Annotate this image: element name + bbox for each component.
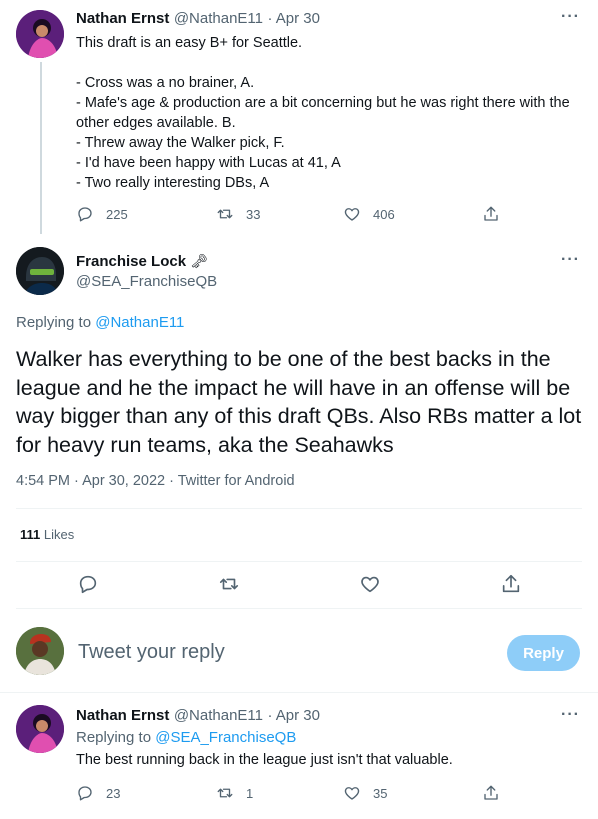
like-count: 406 — [373, 206, 395, 222]
reply-icon — [79, 575, 97, 594]
more-options-icon[interactable]: ··· — [561, 251, 580, 269]
avatar-franchise-lock[interactable] — [16, 247, 64, 295]
share-action[interactable] — [500, 573, 534, 595]
reply-button[interactable]: Reply — [507, 635, 580, 671]
share-action[interactable] — [482, 784, 512, 802]
tweet-text: This draft is an easy B+ for Seattle. - … — [76, 35, 570, 191]
share-action[interactable] — [482, 205, 512, 223]
retweet-icon — [217, 788, 233, 798]
likes-label: Likes — [43, 527, 75, 542]
tweet-timestamp[interactable]: 4:54 PM · Apr 30, 2022 · Twitter for And… — [16, 473, 295, 489]
likes-stat[interactable]: 111 Likes — [20, 527, 74, 542]
divider — [16, 608, 582, 609]
share-icon — [484, 785, 498, 800]
divider — [16, 508, 582, 509]
replying-to: Replying to @NathanE11 — [16, 314, 184, 331]
reply-action[interactable]: 23 — [76, 784, 120, 802]
retweet-count: 1 — [246, 785, 254, 801]
likes-count: 111 — [20, 527, 41, 542]
author-handle[interactable]: @NathanE11 — [174, 707, 263, 724]
key-emoji-icon: 🗝 — [190, 253, 209, 269]
author-name[interactable]: Franchise Lock — [76, 253, 186, 270]
retweet-count: 33 — [246, 206, 261, 222]
author-handle[interactable]: @SEA_FranchiseQB — [76, 273, 217, 290]
reply-count: 23 — [106, 785, 121, 801]
replying-to: Replying to @SEA_FranchiseQB — [76, 729, 296, 746]
main-tweet-text: Walker has everything to be one of the b… — [16, 347, 582, 457]
avatar-nathan-ernst[interactable] — [16, 10, 64, 58]
avatar-image-icon — [16, 247, 64, 295]
more-options-icon[interactable]: ··· — [561, 8, 580, 26]
retweet-icon — [219, 578, 239, 590]
thread-line — [40, 62, 42, 234]
avatar-image-icon — [16, 10, 64, 58]
reply-icon — [78, 207, 92, 222]
avatar-image-icon — [16, 705, 64, 753]
retweet-icon — [217, 209, 233, 219]
tweet-text: The best running back in the league just… — [76, 752, 453, 768]
replying-label: Replying to — [76, 729, 152, 746]
avatar-nathan-ernst[interactable] — [16, 705, 64, 753]
tweet-date[interactable]: · Apr 30 — [267, 707, 320, 724]
reply-icon — [78, 786, 92, 801]
reply-action[interactable] — [77, 573, 111, 595]
author-name[interactable]: Nathan Ernst — [76, 10, 169, 27]
tweet-date[interactable]: · Apr 30 — [267, 10, 320, 27]
heart-icon — [361, 576, 379, 593]
replying-label: Replying to — [16, 314, 92, 331]
retweet-action[interactable] — [218, 573, 252, 595]
more-options-icon[interactable]: ··· — [561, 706, 580, 724]
reply-input[interactable]: Tweet your reply — [78, 641, 225, 664]
heart-icon — [344, 208, 360, 221]
retweet-action[interactable]: 1 — [216, 784, 253, 802]
like-action[interactable] — [359, 573, 393, 595]
reply-action[interactable]: 225 — [76, 205, 128, 223]
like-count: 35 — [373, 785, 388, 801]
share-icon — [502, 574, 520, 593]
divider — [0, 692, 598, 693]
share-icon — [484, 206, 498, 221]
like-action[interactable]: 35 — [343, 784, 387, 802]
retweet-action[interactable]: 33 — [216, 205, 260, 223]
avatar-current-user[interactable] — [16, 627, 64, 675]
replying-to-link[interactable]: @NathanE11 — [95, 314, 184, 331]
author-name[interactable]: Nathan Ernst — [76, 707, 169, 724]
reply-count: 225 — [106, 206, 128, 222]
replying-to-link[interactable]: @SEA_FranchiseQB — [155, 729, 296, 746]
avatar-image-icon — [16, 627, 64, 675]
divider — [16, 561, 582, 562]
author-handle[interactable]: @NathanE11 — [174, 10, 263, 27]
heart-icon — [344, 787, 360, 800]
like-action[interactable]: 406 — [343, 205, 395, 223]
